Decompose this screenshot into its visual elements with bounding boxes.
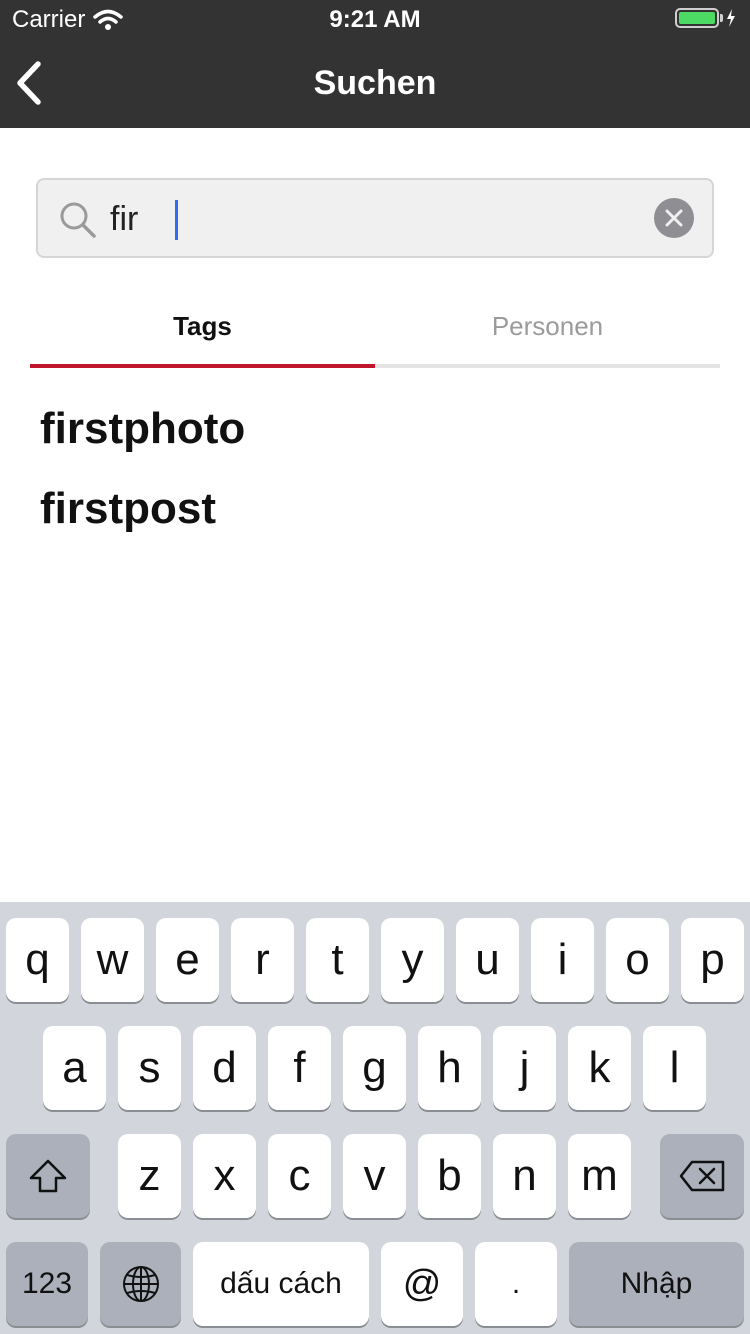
key-r[interactable]: r bbox=[231, 918, 294, 1002]
status-bar: Carrier 9:21 AM bbox=[0, 0, 750, 40]
close-icon bbox=[665, 209, 683, 227]
key-j[interactable]: j bbox=[493, 1026, 556, 1110]
globe-icon bbox=[122, 1266, 159, 1302]
result-item-firstpost[interactable]: firstpost bbox=[40, 478, 245, 558]
tab-divider bbox=[375, 364, 720, 368]
key-n[interactable]: n bbox=[493, 1134, 556, 1218]
key-y[interactable]: y bbox=[381, 918, 444, 1002]
key-u[interactable]: u bbox=[456, 918, 519, 1002]
search-field[interactable] bbox=[36, 178, 714, 258]
key-f[interactable]: f bbox=[268, 1026, 331, 1110]
key-g[interactable]: g bbox=[343, 1026, 406, 1110]
key-p[interactable]: p bbox=[681, 918, 744, 1002]
keyboard: q w e r t y u i o p a s d f g h j k l z … bbox=[0, 902, 750, 1334]
numbers-key[interactable]: 123 bbox=[6, 1242, 88, 1326]
page-title: Suchen bbox=[313, 64, 437, 102]
search-tabs: Tags Personen bbox=[30, 290, 720, 368]
key-o[interactable]: o bbox=[606, 918, 669, 1002]
shift-key[interactable] bbox=[6, 1134, 90, 1218]
key-v[interactable]: v bbox=[343, 1134, 406, 1218]
tab-personen[interactable]: Personen bbox=[375, 290, 720, 364]
search-input[interactable] bbox=[108, 194, 610, 244]
clock: 9:21 AM bbox=[329, 6, 421, 33]
charging-bolt-icon bbox=[727, 9, 735, 27]
key-k[interactable]: k bbox=[568, 1026, 631, 1110]
results-list: firstphoto firstpost bbox=[40, 398, 245, 558]
key-i[interactable]: i bbox=[531, 918, 594, 1002]
period-key[interactable]: . bbox=[475, 1242, 557, 1326]
tab-active-indicator bbox=[30, 364, 375, 368]
key-w[interactable]: w bbox=[81, 918, 144, 1002]
shift-icon bbox=[29, 1159, 67, 1193]
text-cursor bbox=[175, 200, 178, 240]
space-key[interactable]: dấu cách bbox=[193, 1242, 369, 1326]
navigation-bar: Suchen bbox=[0, 40, 750, 128]
tab-tags[interactable]: Tags bbox=[30, 290, 375, 364]
clear-search-button[interactable] bbox=[654, 198, 694, 238]
at-key[interactable]: @ bbox=[381, 1242, 463, 1326]
key-a[interactable]: a bbox=[43, 1026, 106, 1110]
search-icon bbox=[60, 202, 96, 238]
key-s[interactable]: s bbox=[118, 1026, 181, 1110]
battery-icon bbox=[675, 8, 736, 28]
key-c[interactable]: c bbox=[268, 1134, 331, 1218]
return-key[interactable]: Nhập bbox=[569, 1242, 744, 1326]
backspace-key[interactable] bbox=[660, 1134, 744, 1218]
key-b[interactable]: b bbox=[418, 1134, 481, 1218]
key-h[interactable]: h bbox=[418, 1026, 481, 1110]
key-x[interactable]: x bbox=[193, 1134, 256, 1218]
key-q[interactable]: q bbox=[6, 918, 69, 1002]
result-item-firstphoto[interactable]: firstphoto bbox=[40, 398, 245, 478]
key-l[interactable]: l bbox=[643, 1026, 706, 1110]
backspace-icon bbox=[679, 1160, 725, 1192]
key-e[interactable]: e bbox=[156, 918, 219, 1002]
key-d[interactable]: d bbox=[193, 1026, 256, 1110]
key-t[interactable]: t bbox=[306, 918, 369, 1002]
globe-key[interactable] bbox=[100, 1242, 181, 1326]
key-z[interactable]: z bbox=[118, 1134, 181, 1218]
key-m[interactable]: m bbox=[568, 1134, 631, 1218]
